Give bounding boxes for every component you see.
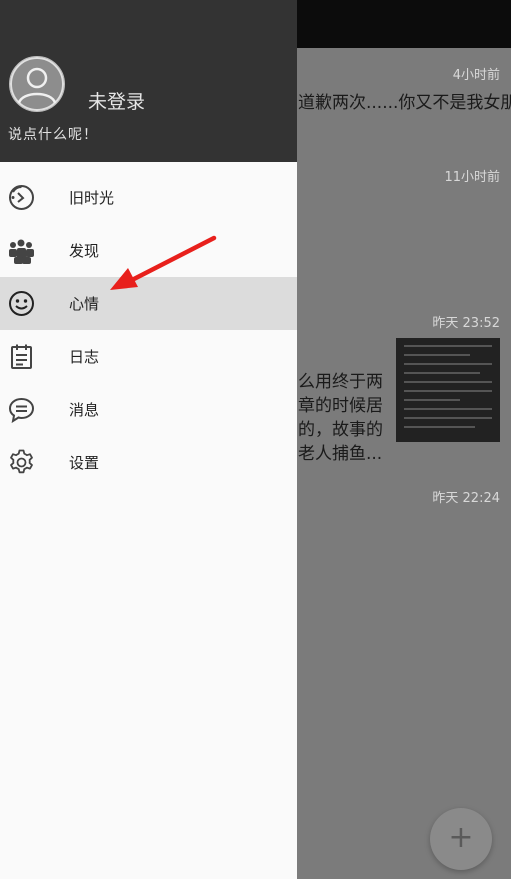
user-motto: 说点什么呢！ [8,127,98,143]
history-clock-icon [8,184,35,211]
avatar[interactable] [9,56,65,112]
feed-item-thumbnail [396,338,500,442]
feed-item-text: 的，故事的 [298,420,383,440]
feed-item-text: 道歉两次......你又不是我女朋 [298,93,511,113]
notepad-icon [8,343,35,370]
navigation-drawer: 未登录 说点什么呢！ 旧时光 发现 心情 日志 消息 设置 [0,0,297,879]
menu-item-diary[interactable]: 日志 [0,330,297,383]
drawer-menu: 旧时光 发现 心情 日志 消息 设置 [0,171,297,489]
menu-item-label: 日志 [69,348,100,366]
feed-item-text: 章的时候居 [298,396,383,416]
menu-item-label: 消息 [69,401,100,419]
menu-item-label: 发现 [69,242,100,260]
menu-item-label: 旧时光 [69,189,115,207]
feed-item-text: 老人捕鱼... [298,444,383,464]
feed-item-time: 昨天 23:52 [432,316,500,331]
drawer-header: 未登录 说点什么呢！ [0,0,297,162]
menu-item-settings[interactable]: 设置 [0,436,297,489]
smiley-face-icon [8,290,35,317]
menu-item-label: 心情 [69,295,100,313]
feed-item-text: 么用终于两 [298,372,383,392]
feed-item-time: 昨天 22:24 [432,491,500,506]
menu-item-history[interactable]: 旧时光 [0,171,297,224]
chat-bubble-icon [8,396,35,424]
people-group-icon [8,237,35,264]
feed-item-time: 4小时前 [452,68,500,83]
menu-item-label: 设置 [69,454,100,472]
user-placeholder-icon [10,57,64,111]
feed-item-time: 11小时前 [444,170,500,185]
menu-item-mood[interactable]: 心情 [0,277,297,330]
add-post-button[interactable]: + [430,808,492,870]
menu-item-discover[interactable]: 发现 [0,224,297,277]
login-status[interactable]: 未登录 [88,87,145,114]
menu-item-messages[interactable]: 消息 [0,383,297,436]
gear-icon [8,449,35,476]
